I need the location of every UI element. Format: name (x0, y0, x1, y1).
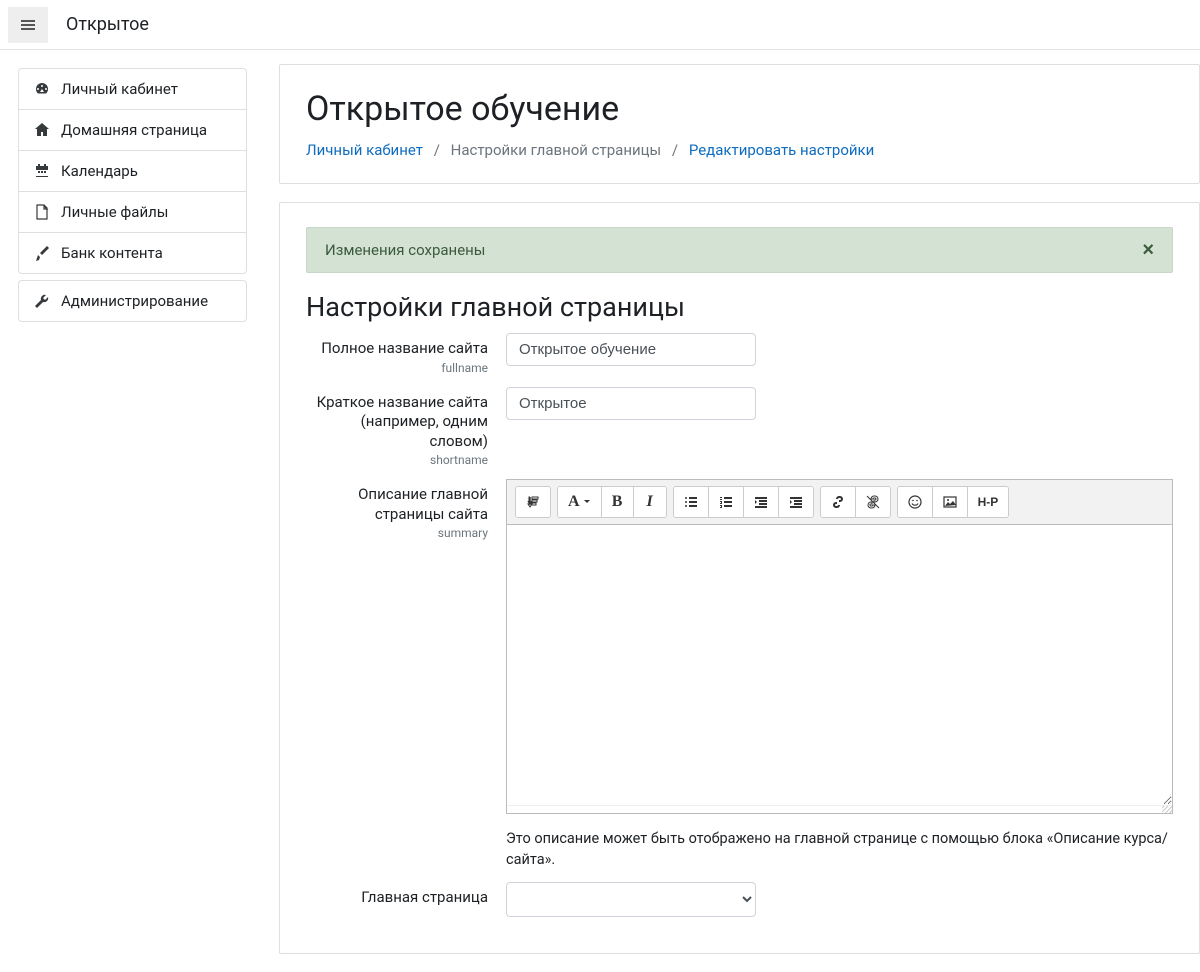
sidebar-item-files[interactable]: Личные файлы (19, 192, 246, 233)
fullname-help: fullname (306, 361, 488, 375)
sidebar-item-label: Личные файлы (61, 203, 168, 221)
toolbar-expand-button[interactable] (516, 487, 550, 517)
frontpage-select[interactable] (506, 882, 756, 917)
h5p-icon: H-P (978, 495, 999, 509)
list-ol-icon (719, 495, 733, 509)
toolbar-emoji-button[interactable] (898, 487, 933, 517)
alert-success: Изменения сохранены × (306, 227, 1173, 273)
topbar-title: Открытое (66, 14, 149, 35)
brush-icon (33, 245, 51, 261)
italic-icon: I (646, 493, 652, 511)
breadcrumb: Личный кабинет / Настройки главной стран… (306, 141, 1173, 159)
toolbar-link-button[interactable] (821, 487, 856, 517)
sidebar-item-label: Личный кабинет (61, 80, 178, 98)
summary-help: summary (306, 526, 488, 540)
toolbar-unlink-button[interactable] (856, 487, 890, 517)
breadcrumb-current[interactable]: Редактировать настройки (689, 141, 874, 159)
shortname-help: shortname (306, 453, 488, 467)
toolbar-italic-button[interactable]: I (634, 487, 666, 517)
close-icon: × (1142, 239, 1154, 261)
form-card: Изменения сохранены × Настройки главной … (279, 202, 1200, 954)
sidebar-item-admin[interactable]: Администрирование (19, 281, 246, 321)
shortname-input[interactable] (506, 387, 756, 420)
editor-toolbar: A B I (507, 480, 1172, 525)
sidebar-item-home[interactable]: Домашняя страница (19, 110, 246, 151)
wrench-icon (33, 293, 51, 309)
page-title: Открытое обучение (306, 89, 1173, 129)
list-ul-icon (684, 495, 698, 509)
dashboard-icon (33, 81, 51, 97)
outdent-icon (754, 495, 768, 509)
paragraph-icon: A (568, 493, 580, 511)
sidebar-item-label: Домашняя страница (61, 121, 207, 139)
bold-icon: B (612, 493, 623, 511)
smile-icon (908, 495, 922, 509)
breadcrumb-dashboard[interactable]: Личный кабинет (306, 141, 423, 159)
hamburger-icon (20, 17, 36, 33)
summary-label: Описание главной страницы сайта (306, 485, 488, 524)
summary-description: Это описание может быть отображено на гл… (506, 828, 1173, 870)
main-content: Открытое обучение Личный кабинет / Настр… (265, 50, 1200, 972)
hamburger-button[interactable] (8, 7, 48, 43)
sidebar-item-label: Календарь (61, 162, 138, 180)
shortname-label: Краткое название сайта (например, одним … (306, 393, 488, 452)
toolbar-ul-button[interactable] (674, 487, 709, 517)
image-icon (943, 495, 957, 509)
nav-list-admin: Администрирование (18, 280, 247, 322)
form-row-shortname: Краткое название сайта (например, одним … (306, 387, 1173, 468)
sidebar-item-label: Банк контента (61, 244, 163, 262)
rich-text-editor: A B I (506, 479, 1173, 814)
alert-text: Изменения сохранены (325, 241, 485, 259)
section-title: Настройки главной страницы (306, 291, 1173, 323)
frontpage-label: Главная страница (306, 888, 488, 908)
unlink-icon (866, 495, 880, 509)
expand-icon (526, 495, 540, 509)
header-card: Открытое обучение Личный кабинет / Настр… (279, 64, 1200, 184)
breadcrumb-separator: / (434, 141, 440, 159)
toolbar-outdent-button[interactable] (744, 487, 779, 517)
alert-close-button[interactable]: × (1142, 240, 1154, 260)
home-icon (33, 122, 51, 138)
topbar: Открытое (0, 0, 1200, 50)
nav-list: Личный кабинет Домашняя страница Календа… (18, 68, 247, 274)
sidebar-item-calendar[interactable]: Календарь (19, 151, 246, 192)
form-row-frontpage: Главная страница (306, 882, 1173, 917)
indent-icon (789, 495, 803, 509)
fullname-label: Полное название сайта (306, 339, 488, 359)
toolbar-indent-button[interactable] (779, 487, 813, 517)
toolbar-paragraph-button[interactable]: A (558, 487, 602, 517)
form-row-fullname: Полное название сайта fullname (306, 333, 1173, 375)
toolbar-bold-button[interactable]: B (602, 487, 634, 517)
calendar-icon (33, 163, 51, 179)
fullname-input[interactable] (506, 333, 756, 366)
form-row-summary: Описание главной страницы сайта summary … (306, 479, 1173, 870)
sidebar: Личный кабинет Домашняя страница Календа… (0, 50, 265, 972)
toolbar-ol-button[interactable] (709, 487, 744, 517)
chevron-down-icon (583, 498, 591, 506)
editor-body[interactable] (507, 525, 1172, 805)
sidebar-item-dashboard[interactable]: Личный кабинет (19, 69, 246, 110)
toolbar-image-button[interactable] (933, 487, 968, 517)
toolbar-h5p-button[interactable]: H-P (968, 487, 1009, 517)
sidebar-item-contentbank[interactable]: Банк контента (19, 233, 246, 273)
sidebar-item-label: Администрирование (61, 292, 208, 310)
breadcrumb-separator: / (672, 141, 678, 159)
breadcrumb-mid: Настройки главной страницы (451, 141, 662, 159)
editor-resize-handle[interactable] (507, 805, 1172, 813)
link-icon (831, 495, 845, 509)
file-icon (33, 204, 51, 220)
